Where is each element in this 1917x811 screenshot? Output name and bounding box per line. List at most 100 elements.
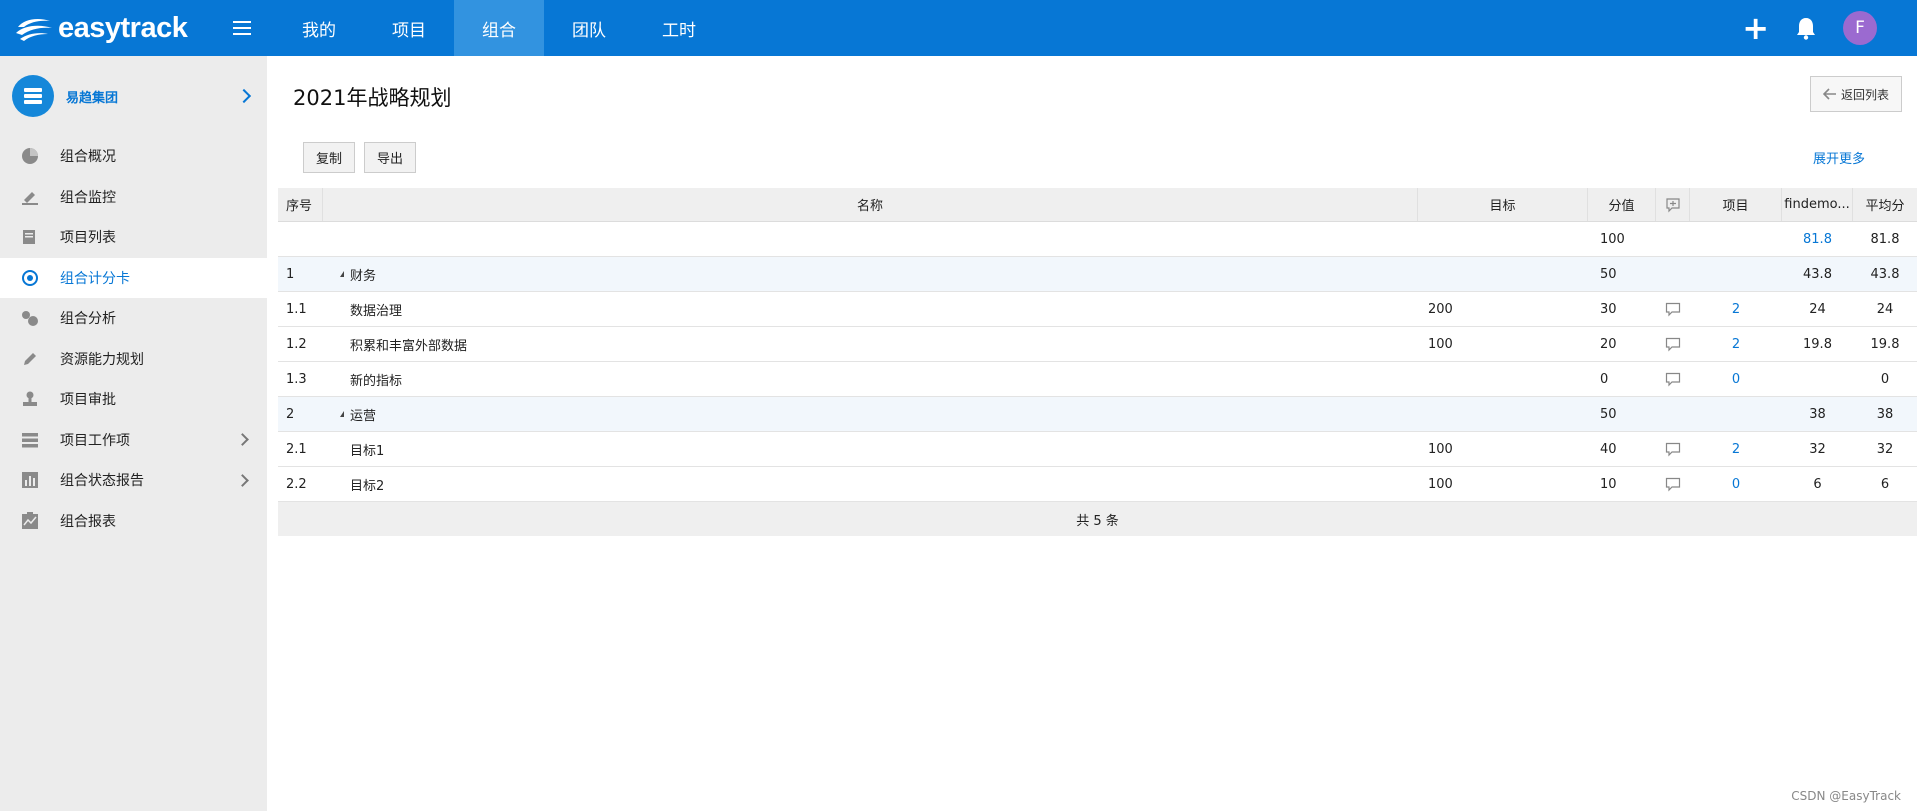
org-logo-icon	[12, 75, 54, 117]
comment-icon[interactable]	[1665, 477, 1681, 492]
comment-icon[interactable]	[1665, 337, 1681, 352]
collapse-toggle-icon[interactable]	[340, 271, 344, 277]
table-row[interactable]: 2.2 目标2 100 10 0 6 6	[278, 467, 1917, 502]
sidebar-item-label: 组合状态报告	[60, 473, 144, 490]
cell-project-count[interactable]	[1690, 397, 1782, 431]
copy-button[interactable]: 复制	[303, 142, 356, 173]
sidebar-item-project-list[interactable]: 项目列表	[0, 217, 267, 258]
sidebar-item-reports[interactable]: 组合报表	[0, 501, 267, 542]
cell-name: 目标2	[323, 467, 1418, 501]
comment-add-icon[interactable]	[1665, 197, 1681, 213]
table-footer-count: 共 5 条	[278, 502, 1917, 536]
cell-seq: 1.2	[286, 336, 307, 352]
cell-seq: 1.1	[286, 301, 307, 317]
cell-seq: 2	[286, 406, 295, 422]
cell-seq: 1	[286, 266, 295, 282]
cell-score: 40	[1600, 441, 1617, 457]
cell-project-count[interactable]: 0	[1690, 362, 1782, 396]
sidebar-item-analysis[interactable]: 组合分析	[0, 298, 267, 339]
main-nav: 我的 项目 组合 团队 工时	[274, 0, 724, 56]
pen-icon	[20, 349, 40, 369]
cell-project-count[interactable]	[1690, 222, 1782, 256]
cell-target: 100	[1428, 476, 1453, 492]
comment-icon[interactable]	[1665, 302, 1681, 317]
sidebar-item-status-report[interactable]: 组合状态报告	[0, 460, 267, 501]
cell-comment	[1656, 432, 1690, 466]
cell-target: 100	[1428, 336, 1453, 352]
table-row[interactable]: 100 81.8 81.8	[278, 222, 1917, 257]
cell-name-text: 数据治理	[350, 303, 403, 319]
cell-project-count[interactable]	[1690, 257, 1782, 291]
back-to-list-label: 返回列表	[1840, 87, 1889, 102]
table-group-row[interactable]: 1 财务 50 43.8 43.8	[278, 257, 1917, 292]
nav-item-team[interactable]: 团队	[544, 0, 634, 56]
logo[interactable]: easytrack	[0, 12, 200, 45]
cell-target	[1418, 222, 1588, 256]
cell-comment	[1656, 327, 1690, 361]
collapse-toggle-icon[interactable]	[340, 411, 344, 417]
cell-score: 50	[1600, 266, 1617, 282]
add-icon[interactable]: +	[1742, 12, 1769, 44]
cell-name-text: 运营	[350, 408, 377, 424]
cell-score: 50	[1600, 406, 1617, 422]
header-project: 项目	[1690, 188, 1782, 221]
table-row[interactable]: 2.1 目标1 100 40 2 32 32	[278, 432, 1917, 467]
sidebar-item-capacity[interactable]: 资源能力规划	[0, 339, 267, 380]
header-seq: 序号	[278, 188, 323, 221]
comment-icon[interactable]	[1665, 442, 1681, 457]
nav-item-timesheet[interactable]: 工时	[634, 0, 724, 56]
sidebar-item-label: 组合计分卡	[60, 270, 130, 287]
org-switcher[interactable]: 易趋集团	[0, 56, 267, 136]
cell-project-count[interactable]: 0	[1690, 467, 1782, 501]
cell-name: 运营	[323, 397, 1418, 431]
table-row[interactable]: 1.1 数据治理 200 30 2 24 24	[278, 292, 1917, 327]
sidebar-item-label: 组合分析	[60, 311, 116, 328]
nav-item-portfolio[interactable]: 组合	[454, 0, 544, 56]
export-button[interactable]: 导出	[364, 142, 417, 173]
table-row[interactable]: 1.2 积累和丰富外部数据 100 20 2 19.8 19.8	[278, 327, 1917, 362]
cell-average: 19.8	[1870, 336, 1900, 352]
watermark: CSDN @EasyTrack	[1791, 789, 1901, 803]
sidebar-item-approval[interactable]: 项目审批	[0, 379, 267, 420]
cell-average: 38	[1876, 406, 1894, 422]
target-icon	[20, 268, 40, 288]
cell-target	[1418, 397, 1588, 431]
org-name: 易趋集团	[66, 90, 119, 106]
expand-more-link[interactable]: 展开更多	[1813, 148, 1865, 167]
cell-average: 0	[1880, 371, 1890, 387]
cell-name: 财务	[323, 257, 1418, 291]
sidebar-item-overview[interactable]: 组合概况	[0, 136, 267, 177]
cell-name-text: 新的指标	[350, 373, 403, 389]
cell-findemo: 24	[1809, 301, 1826, 317]
sidebar-item-work-items[interactable]: 项目工作项	[0, 420, 267, 461]
cell-project-count[interactable]: 2	[1690, 292, 1782, 326]
nav-item-projects[interactable]: 项目	[364, 0, 454, 56]
main-content: 2021年战略规划 返回列表 复制 导出 展开更多 序号 名称 目标 分值 项目…	[267, 56, 1917, 811]
cell-findemo[interactable]: 81.8	[1782, 222, 1853, 256]
sidebar-item-label: 组合报表	[60, 513, 116, 530]
bell-icon[interactable]	[1795, 16, 1817, 40]
cell-score: 0	[1600, 371, 1609, 387]
stack-icon	[20, 430, 40, 450]
cell-project-count[interactable]: 2	[1690, 432, 1782, 466]
nav-item-mine[interactable]: 我的	[274, 0, 364, 56]
top-bar: easytrack 我的 项目 组合 团队 工时 + F	[0, 0, 1917, 56]
menu-toggle-icon[interactable]	[222, 0, 262, 56]
sidebar-item-label: 项目审批	[60, 392, 116, 409]
table-group-row[interactable]: 2 运营 50 38 38	[278, 397, 1917, 432]
scorecard-table: 序号 名称 目标 分值 项目 findemo... 平均分 100 81.8 81.…	[278, 188, 1917, 536]
sidebar-item-monitor[interactable]: 组合监控	[0, 177, 267, 218]
cell-seq	[278, 222, 323, 256]
cell-findemo: 19.8	[1803, 336, 1832, 352]
comment-icon[interactable]	[1665, 372, 1681, 387]
cell-comment	[1656, 257, 1690, 291]
avatar[interactable]: F	[1843, 11, 1877, 45]
back-to-list-button[interactable]: 返回列表	[1810, 76, 1902, 112]
table-row[interactable]: 1.3 新的指标 0 0 0	[278, 362, 1917, 397]
sidebar-item-label: 项目列表	[60, 230, 116, 247]
cell-comment	[1656, 467, 1690, 501]
cell-name: 数据治理	[323, 292, 1418, 326]
sidebar-item-scorecard[interactable]: 组合计分卡	[0, 257, 267, 298]
cell-project-count[interactable]: 2	[1690, 327, 1782, 361]
cell-comment	[1656, 222, 1690, 256]
